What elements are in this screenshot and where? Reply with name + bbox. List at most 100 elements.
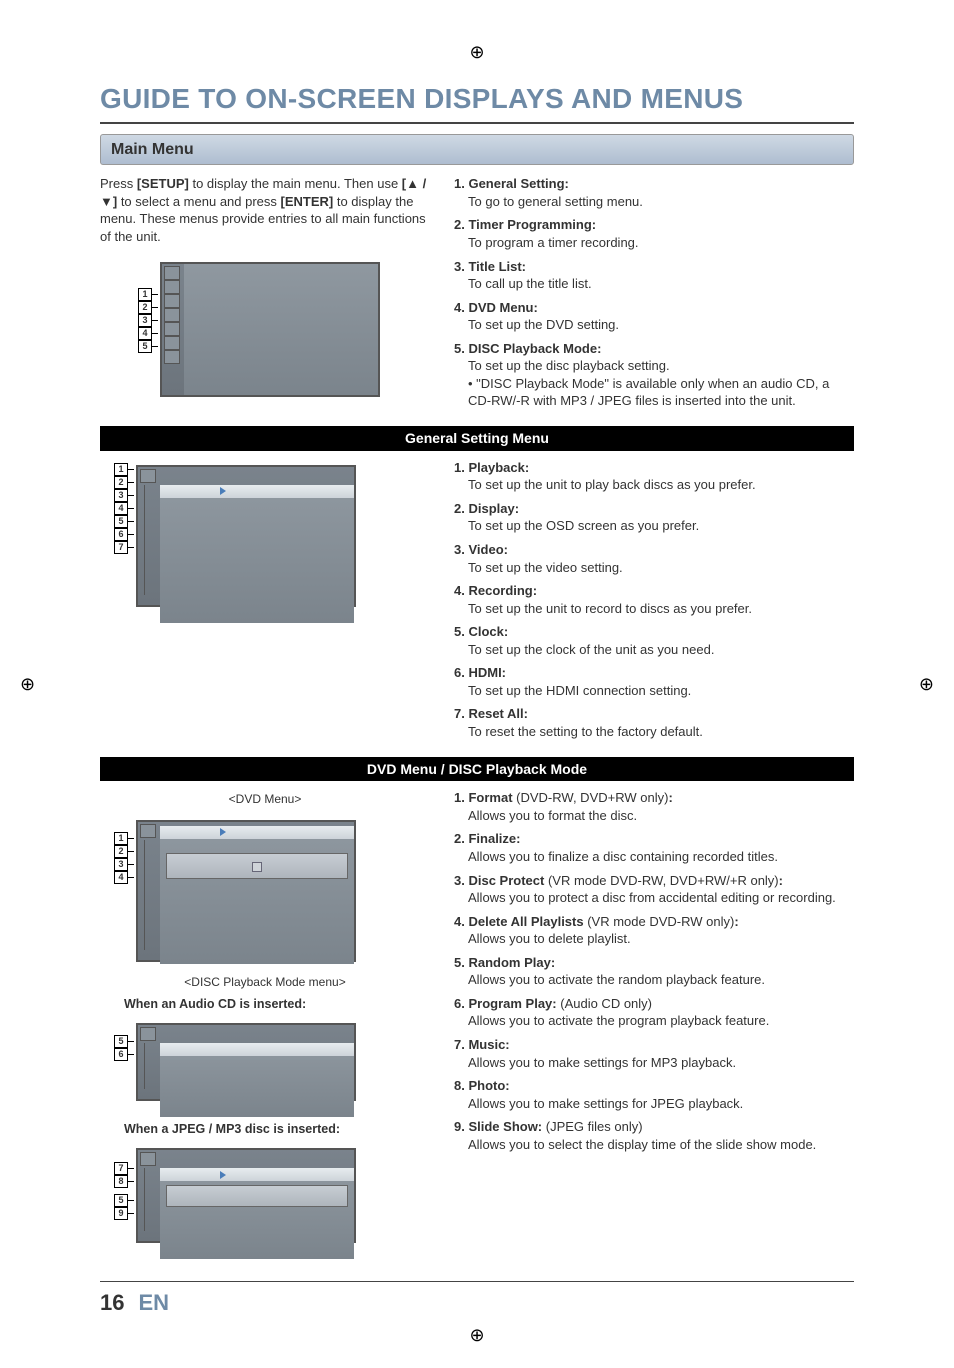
item-desc: Allows you to finalize a disc containing… bbox=[468, 848, 854, 866]
menu-row-icon bbox=[140, 1152, 156, 1166]
callout-3: 3 bbox=[138, 314, 152, 327]
item-head: DISC Playback Mode: bbox=[468, 341, 601, 356]
item-number: 1. bbox=[454, 790, 465, 805]
item-number: 9. bbox=[454, 1119, 465, 1134]
gs-item-3: 3. Video:To set up the video setting. bbox=[454, 541, 854, 576]
dvd-item-5: 5. Random Play:Allows you to activate th… bbox=[454, 954, 854, 989]
caption-disc-playback: <DISC Playback Mode menu> bbox=[100, 974, 430, 990]
submenu-box bbox=[166, 853, 348, 879]
item-head: Reset All: bbox=[468, 706, 527, 721]
item-colon: : bbox=[668, 790, 672, 805]
dvd-item-3: 3. Disc Protect (VR mode DVD-RW, DVD+RW/… bbox=[454, 872, 854, 907]
screenshot-disc-playback-cd: 5 6 bbox=[136, 1017, 356, 1111]
item-paren: (DVD-RW, DVD+RW only) bbox=[513, 790, 669, 805]
callout-9: 9 bbox=[114, 1207, 128, 1220]
item-number: 7. bbox=[454, 706, 465, 721]
item-desc: To reset the setting to the factory defa… bbox=[468, 723, 854, 741]
item-number: 2. bbox=[454, 501, 465, 516]
intro-setup-key: [SETUP] bbox=[137, 176, 189, 191]
dvd-item-9: 9. Slide Show: (JPEG files only)Allows y… bbox=[454, 1118, 854, 1153]
item-head: DVD Menu: bbox=[468, 300, 537, 315]
item-number: 7. bbox=[454, 1037, 465, 1052]
item-head: HDMI: bbox=[468, 665, 506, 680]
menu-row-icon bbox=[164, 280, 180, 294]
item-desc: To set up the DVD setting. bbox=[468, 316, 854, 334]
play-arrow-icon bbox=[220, 487, 226, 495]
item-desc: Allows you to format the disc. bbox=[468, 807, 854, 825]
item-number: 4. bbox=[454, 914, 465, 929]
callout-labels-jpeg-mp3: 7 8 5 9 bbox=[114, 1162, 128, 1220]
dvd-item-6: 6. Program Play: (Audio CD only)Allows y… bbox=[454, 995, 854, 1030]
callout-7: 7 bbox=[114, 1162, 128, 1175]
main-item-2: 2. Timer Programming: To program a timer… bbox=[454, 216, 854, 251]
item-head: General Setting: bbox=[468, 176, 568, 191]
gs-item-7: 7. Reset All: To reset the setting to the… bbox=[454, 705, 854, 740]
callout-labels-dvd: 1 2 3 4 bbox=[114, 832, 128, 884]
registration-mark-bottom: ⊕ bbox=[469, 1323, 484, 1347]
menu-row-icon bbox=[140, 1027, 156, 1041]
item-head: Clock: bbox=[468, 624, 508, 639]
item-head: Finalize: bbox=[468, 831, 520, 846]
item-desc: Allows you to make settings for MP3 play… bbox=[468, 1054, 854, 1072]
gs-item-6: 6. HDMI:To set up the HDMI connection se… bbox=[454, 664, 854, 699]
gs-item-2: 2. Display:To set up the OSD screen as y… bbox=[454, 500, 854, 535]
page-title: GUIDE TO ON-SCREEN DISPLAYS AND MENUS bbox=[100, 80, 854, 124]
subhead-jpeg-mp3: When a JPEG / MP3 disc is inserted: bbox=[124, 1121, 430, 1138]
callout-labels-main: 1 2 3 4 5 bbox=[138, 288, 152, 353]
item-head: Delete All Playlists bbox=[468, 914, 583, 929]
play-arrow-icon bbox=[220, 1171, 226, 1179]
subsection-dvd-disc: DVD Menu / DISC Playback Mode bbox=[100, 757, 854, 782]
callout-1: 1 bbox=[114, 463, 128, 476]
dvd-item-4: 4. Delete All Playlists (VR mode DVD-RW … bbox=[454, 913, 854, 948]
subhead-audio-cd: When an Audio CD is inserted: bbox=[124, 996, 430, 1013]
menu-row-icon bbox=[140, 824, 156, 838]
item-number: 2. bbox=[454, 831, 465, 846]
intro-text-c: to display the main menu. Then use bbox=[189, 176, 402, 191]
callout-3: 3 bbox=[114, 858, 128, 871]
page-footer: 16 EN bbox=[100, 1281, 854, 1318]
item-desc: To set up the disc playback setting. bbox=[468, 357, 854, 375]
caption-dvd-menu: <DVD Menu> bbox=[100, 791, 430, 807]
dvd-item-7: 7. Music:Allows you to make settings for… bbox=[454, 1036, 854, 1071]
item-head: Slide Show: bbox=[468, 1119, 542, 1134]
item-number: 3. bbox=[454, 873, 465, 888]
menu-row-icon bbox=[164, 308, 180, 322]
callout-labels-gs: 1 2 3 4 5 6 7 bbox=[114, 463, 128, 554]
item-desc: To set up the clock of the unit as you n… bbox=[468, 641, 854, 659]
menu-row-icon bbox=[164, 266, 180, 280]
item-paren: (Audio CD only) bbox=[557, 996, 652, 1011]
item-desc: Allows you to delete playlist. bbox=[468, 930, 854, 948]
callout-6: 6 bbox=[114, 528, 128, 541]
callout-2: 2 bbox=[114, 476, 128, 489]
item-number: 5. bbox=[454, 341, 465, 356]
item-number: 5. bbox=[454, 955, 465, 970]
item-desc: Allows you to activate the random playba… bbox=[468, 971, 854, 989]
callout-8: 8 bbox=[114, 1175, 128, 1188]
item-head: Photo: bbox=[468, 1078, 509, 1093]
item-head: Title List: bbox=[468, 259, 526, 274]
callout-1: 1 bbox=[114, 832, 128, 845]
gs-item-1: 1. Playback:To set up the unit to play b… bbox=[454, 459, 854, 494]
item-desc: Allows you to make settings for JPEG pla… bbox=[468, 1095, 854, 1113]
registration-mark-left: ⊕ bbox=[20, 672, 35, 696]
item-head: Random Play: bbox=[468, 955, 555, 970]
item-head: Format bbox=[468, 790, 512, 805]
item-head: Timer Programming: bbox=[468, 217, 596, 232]
item-head: Display: bbox=[468, 501, 519, 516]
dvd-item-2: 2. Finalize: Allows you to finalize a dis… bbox=[454, 830, 854, 865]
registration-mark-right: ⊕ bbox=[919, 672, 934, 696]
intro-text-a: Press bbox=[100, 176, 137, 191]
registration-mark-top: ⊕ bbox=[469, 40, 484, 64]
main-item-4: 4. DVD Menu: To set up the DVD setting. bbox=[454, 299, 854, 334]
subsection-general-setting: General Setting Menu bbox=[100, 426, 854, 451]
main-item-1: 1. General Setting: To go to general set… bbox=[454, 175, 854, 210]
item-desc: Allows you to protect a disc from accide… bbox=[468, 889, 854, 907]
item-note: "DISC Playback Mode" is available only w… bbox=[468, 375, 854, 410]
menu-row-icon bbox=[164, 350, 180, 364]
item-number: 4. bbox=[454, 583, 465, 598]
item-desc: To program a timer recording. bbox=[468, 234, 854, 252]
page-language: EN bbox=[138, 1288, 169, 1318]
item-desc: To set up the HDMI connection setting. bbox=[468, 682, 854, 700]
arrow-right-icon bbox=[252, 862, 262, 872]
item-head: Recording: bbox=[468, 583, 537, 598]
